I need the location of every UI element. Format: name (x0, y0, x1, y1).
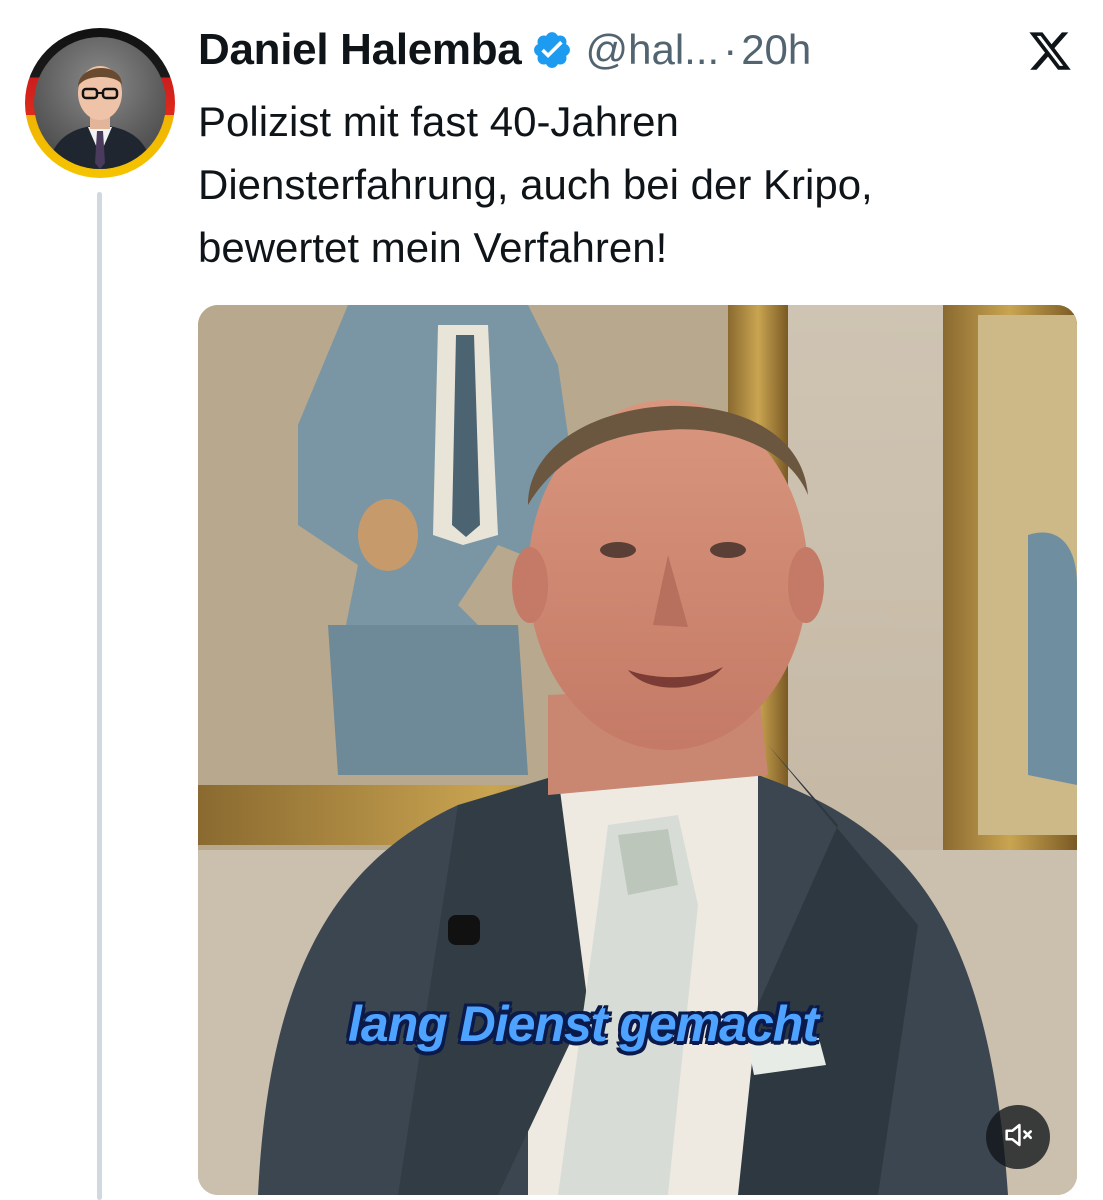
thread-line (97, 192, 102, 1200)
dot-separator: · (723, 26, 738, 73)
user-handle[interactable]: @hal... (585, 26, 719, 74)
tweet-text-line: Polizist mit fast 40-Jahren (198, 98, 679, 145)
tweet[interactable]: Daniel Halemba @hal... · 20h Polizist mi… (0, 0, 1103, 1200)
video-frame (198, 305, 1077, 1195)
tweet-text-line: bewertet mein Verfahren! (198, 224, 668, 271)
speaker-muted-icon (1001, 1118, 1035, 1157)
video-subtitle: lang Dienst gemacht (348, 996, 819, 1052)
timestamp[interactable]: 20h (741, 26, 811, 74)
tweet-text-line: Diensterfahrung, auch bei der Kripo, (198, 161, 873, 208)
avatar-photo (34, 37, 166, 169)
video-player[interactable]: lang Dienst gemacht (198, 305, 1077, 1195)
verified-badge-icon[interactable] (531, 29, 573, 71)
x-logo-icon[interactable] (1027, 28, 1073, 74)
tweet-header: Daniel Halemba @hal... · 20h (198, 22, 811, 78)
display-name[interactable]: Daniel Halemba (198, 25, 522, 75)
mute-button[interactable] (986, 1105, 1050, 1169)
avatar[interactable] (25, 28, 175, 178)
tweet-text: Polizist mit fast 40-Jahren Diensterfahr… (198, 90, 1078, 279)
